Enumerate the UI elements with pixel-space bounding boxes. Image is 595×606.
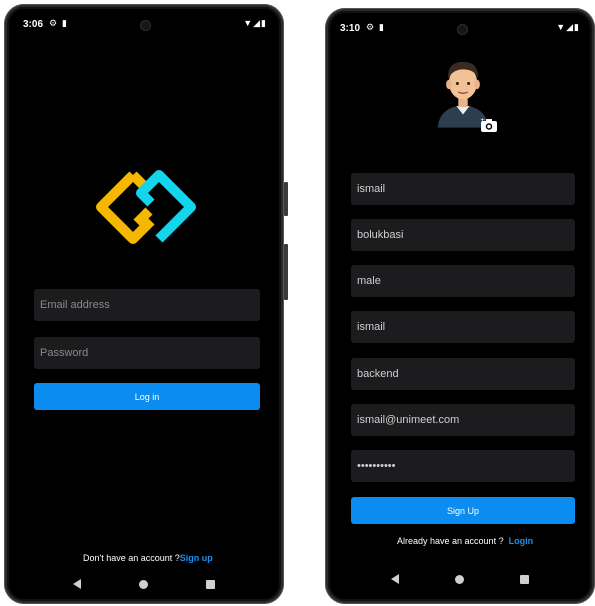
power-button (284, 244, 288, 300)
sd-card-icon: ▮ (62, 18, 67, 28)
signup-button-label: Sign Up (446, 505, 480, 516)
settings-icon: ⚙ (49, 18, 58, 28)
home-icon[interactable] (455, 574, 464, 584)
login-prompt: Already have an account ? Login (397, 536, 533, 546)
signup-phone-frame: 3:10 ⚙ ▮ ▼◢▮ + ismail bolukbasi male ism… (325, 8, 595, 604)
password-value: •••••••••• (357, 460, 396, 472)
signal-icon: ◢ (253, 18, 262, 28)
last-name-value: bolukbasi (357, 229, 404, 241)
department-field[interactable]: backend (351, 358, 575, 390)
back-icon[interactable] (73, 579, 81, 589)
camera-lens-inner (487, 124, 491, 129)
login-prompt-text: Already have an account ? (397, 536, 504, 546)
login-button-label: Log in (134, 391, 160, 402)
username-value: ismail (357, 321, 386, 333)
front-camera (140, 20, 151, 31)
password-field[interactable]: •••••••••• (351, 450, 575, 482)
avatar-eye-left (455, 81, 459, 85)
wifi-icon: ▼ (243, 18, 254, 28)
front-camera (457, 24, 468, 35)
department-value: backend (357, 368, 399, 380)
settings-icon: ⚙ (366, 22, 375, 32)
status-time: 3:06 (23, 19, 44, 30)
battery-icon: ▮ (574, 22, 580, 32)
volume-button (284, 182, 288, 216)
recents-icon[interactable] (206, 579, 215, 589)
navigation-bar (330, 569, 590, 589)
password-placeholder: Password (40, 347, 89, 359)
login-phone-frame: 3:06 ⚙ ▮ ▼◢▮ Email address Password Log … (4, 4, 288, 604)
first-name-field[interactable]: ismail (351, 173, 575, 205)
last-name-field[interactable]: bolukbasi (351, 219, 575, 251)
email-field[interactable]: ismail@unimeet.com (351, 404, 575, 436)
status-bar: 3:06 ⚙ ▮ ▼◢▮ (9, 9, 279, 35)
login-link[interactable]: Login (509, 536, 534, 546)
first-name-value: ismail (357, 183, 386, 195)
avatar-ear-right (474, 79, 480, 90)
recents-icon[interactable] (520, 574, 529, 584)
signup-button[interactable]: Sign Up (351, 497, 575, 524)
camera-plus: + (480, 117, 485, 124)
signup-prompt-text: Don't have an account ? (83, 553, 180, 563)
app-logo (96, 170, 196, 244)
email-field[interactable]: Email address (34, 289, 260, 321)
home-icon[interactable] (139, 579, 148, 589)
status-bar: 3:10 ⚙ ▮ ▼◢▮ (330, 13, 590, 39)
email-placeholder: Email address (40, 299, 110, 311)
gender-field[interactable]: male (351, 265, 575, 297)
login-screen: 3:06 ⚙ ▮ ▼◢▮ Email address Password Log … (7, 7, 281, 601)
battery-icon: ▮ (261, 18, 267, 28)
wifi-icon: ▼ (556, 22, 567, 32)
camera-top (486, 119, 492, 122)
navigation-bar (9, 574, 279, 594)
status-indicators: ▼◢▮ (243, 18, 267, 29)
login-button[interactable]: Log in (34, 383, 260, 410)
signup-prompt: Don't have an account ?Sign up (83, 553, 213, 563)
sd-card-icon: ▮ (379, 22, 384, 32)
signup-screen: 3:10 ⚙ ▮ ▼◢▮ + ismail bolukbasi male ism… (328, 11, 592, 601)
back-icon[interactable] (391, 574, 399, 584)
camera-add-icon[interactable]: + (480, 117, 498, 133)
email-value: ismail@unimeet.com (357, 414, 460, 426)
gender-value: male (357, 275, 381, 287)
password-field[interactable]: Password (34, 337, 260, 369)
status-time: 3:10 (340, 23, 361, 34)
signal-icon: ◢ (566, 22, 575, 32)
username-field[interactable]: ismail (351, 311, 575, 343)
signup-link[interactable]: Sign up (180, 553, 213, 563)
avatar-ear-left (446, 79, 452, 90)
avatar-eye-right (467, 81, 471, 85)
status-indicators: ▼◢▮ (556, 22, 580, 33)
